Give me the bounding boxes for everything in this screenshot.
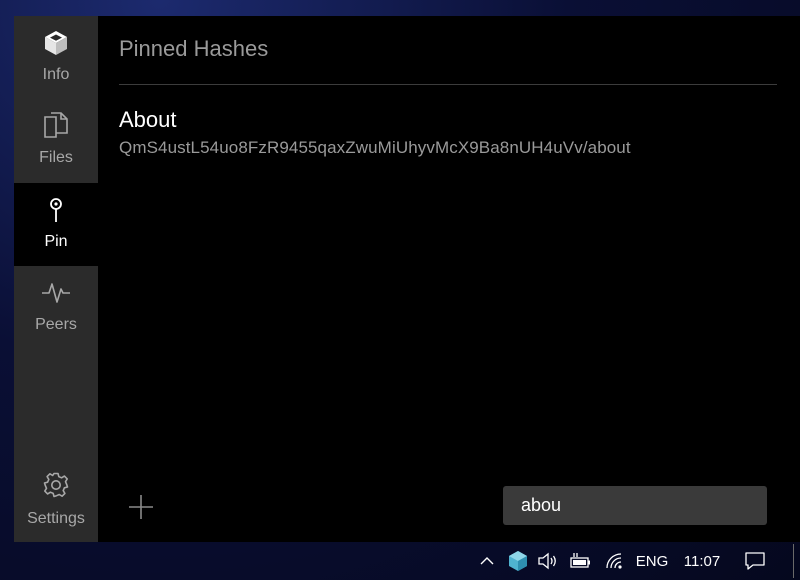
sidebar-item-settings[interactable]: Settings [14,466,98,542]
hexagon-cube-icon [509,551,527,571]
language-indicator[interactable]: ENG [632,542,672,580]
search-input[interactable] [503,486,767,525]
speaker-icon [538,552,556,570]
battery-button[interactable] [567,542,593,580]
page-title: Pinned Hashes [119,36,269,61]
clock[interactable]: 11:07 [680,542,724,580]
sidebar-item-label: Pin [44,233,68,250]
notification-icon [745,552,765,570]
pinned-hash-value: QmS4ustL54uo8FzR9455qaxZwuMiUhyvMcX9Ba8n… [119,138,631,157]
sidebar-item-pin[interactable]: Pin [14,183,98,266]
pulse-icon [41,278,71,308]
sidebar: Info Files Pin Peers Settings [14,16,98,542]
taskbar: ENG 11:07 [0,542,800,580]
sidebar-item-label: Files [39,149,73,166]
gear-icon [42,470,70,500]
network-button[interactable] [603,542,627,580]
sidebar-item-label: Settings [27,510,85,527]
volume-button[interactable] [536,542,560,580]
sidebar-item-files[interactable]: Files [14,99,98,182]
divider [119,84,777,85]
sidebar-item-label: Info [42,66,70,83]
sidebar-item-info[interactable]: Info [14,16,98,99]
pinned-hash-name: About [119,107,177,132]
add-pin-button[interactable] [126,492,156,522]
cube-icon [43,28,69,58]
plus-icon [129,495,153,519]
sidebar-item-peers[interactable]: Peers [14,266,98,349]
pin-icon [48,195,64,225]
wifi-icon [606,553,622,569]
battery-charging-icon [570,553,590,568]
app-tray-icon[interactable] [506,542,530,580]
sidebar-item-label: Peers [35,316,77,333]
show-desktop-divider[interactable] [793,544,794,578]
files-icon [42,111,70,141]
app-window: Info Files Pin Peers Settings Pinned Has… [14,16,800,542]
chevron-up-icon [480,557,494,565]
main-content: Pinned Hashes About QmS4ustL54uo8FzR9455… [98,16,800,542]
pinned-hash-item[interactable]: About QmS4ustL54uo8FzR9455qaxZwuMiUhyvMc… [119,106,759,158]
action-center-button[interactable] [740,542,770,580]
show-hidden-icons-button[interactable] [476,542,498,580]
